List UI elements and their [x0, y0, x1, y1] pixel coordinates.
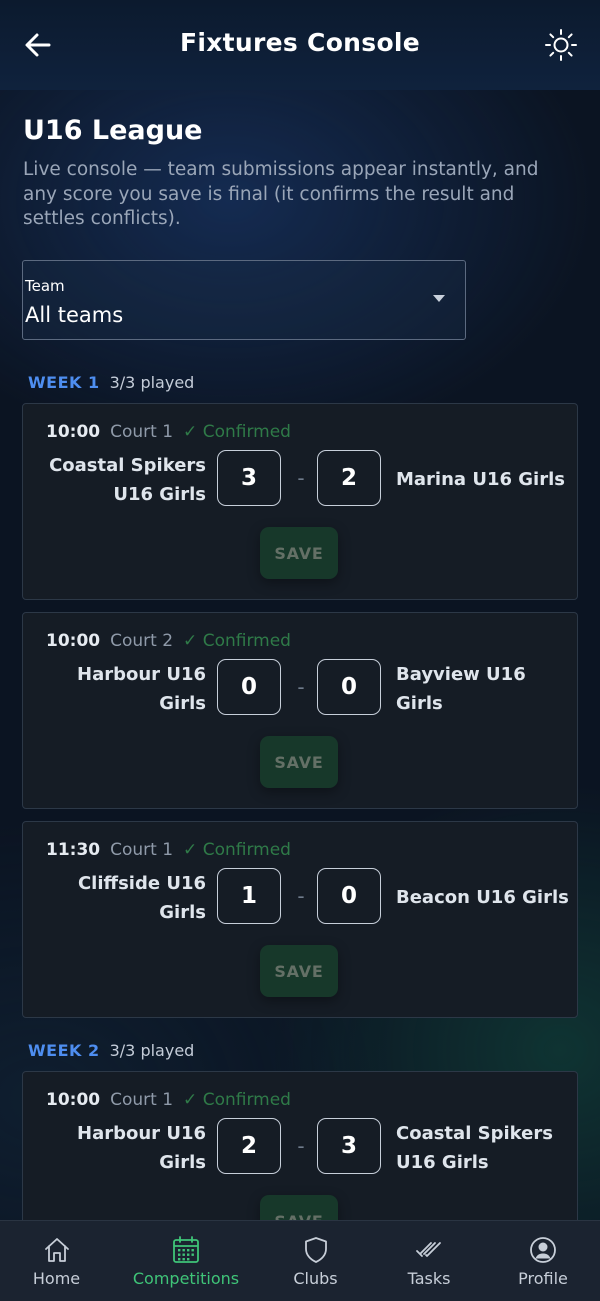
team-filter-label: Team: [25, 277, 65, 295]
fixture-card: 10:00 Court 1 ✓ Confirmed Harbour U16 Girl…: [22, 1071, 578, 1220]
score-separator: -: [297, 1134, 305, 1158]
nav-item-clubs[interactable]: Clubs: [259, 1221, 372, 1301]
fixture-court: Court 1: [110, 422, 174, 442]
league-description: Live console — team submissions appear i…: [23, 159, 539, 229]
nav-label: Profile: [518, 1269, 568, 1288]
app-bar: Fixtures Console: [0, 0, 600, 90]
dropdown-caret-icon: [433, 295, 445, 302]
main-content[interactable]: U16 League Live console — team submissio…: [0, 90, 600, 1220]
save-button[interactable]: SAVE: [260, 527, 338, 579]
nav-label: Competitions: [132, 1269, 240, 1288]
sun-icon[interactable]: [544, 28, 578, 62]
away-score-input[interactable]: 0: [317, 659, 381, 715]
fixture-meta: 11:30 Court 1 ✓ Confirmed: [46, 840, 291, 860]
fixture-card: 10:00 Court 1 ✓ Confirmed Coastal Spikers …: [22, 403, 578, 600]
user-circle-icon: [530, 1237, 556, 1263]
week-header: WEEK 1 3/3 played: [28, 373, 194, 392]
home-team: Harbour U16 Girls: [77, 1123, 206, 1173]
home-score-input[interactable]: 2: [217, 1118, 281, 1174]
fixture-court: Court 1: [110, 1090, 174, 1110]
home-score-input[interactable]: 1: [217, 868, 281, 924]
week-label: WEEK 2: [28, 1041, 100, 1060]
home-team: Coastal Spikers U16 Girls: [49, 455, 206, 505]
score-separator: -: [297, 466, 305, 490]
nav-label: Clubs: [293, 1269, 338, 1288]
status-confirmed: ✓ Confirmed: [183, 1090, 291, 1110]
save-button[interactable]: SAVE: [260, 945, 338, 997]
fixture-time: 10:00: [46, 1090, 101, 1110]
away-score-input[interactable]: 3: [317, 1118, 381, 1174]
shield-icon: [304, 1237, 327, 1263]
nav-item-home[interactable]: Home: [0, 1221, 113, 1301]
fixture-meta: 10:00 Court 1 ✓ Confirmed: [46, 422, 291, 442]
away-score-input[interactable]: 2: [317, 450, 381, 506]
fixture-meta: 10:00 Court 2 ✓ Confirmed: [46, 631, 291, 651]
score-separator: -: [297, 884, 305, 908]
fixture-court: Court 2: [110, 631, 174, 651]
fixture-time: 10:00: [46, 631, 101, 651]
home-icon: [44, 1238, 69, 1262]
nav-label: Tasks: [407, 1269, 451, 1288]
fixture-meta: 10:00 Court 1 ✓ Confirmed: [46, 1090, 291, 1110]
away-team: Marina U16 Girls: [396, 469, 565, 490]
away-score-input[interactable]: 0: [317, 868, 381, 924]
score-separator: -: [297, 675, 305, 699]
fixture-card: 10:00 Court 2 ✓ Confirmed Harbour U16 Girl…: [22, 612, 578, 809]
home-team: Harbour U16 Girls: [77, 664, 206, 714]
status-confirmed: ✓ Confirmed: [183, 631, 291, 651]
home-score-input[interactable]: 0: [217, 659, 281, 715]
status-confirmed: ✓ Confirmed: [183, 840, 291, 860]
fixture-time: 11:30: [46, 840, 101, 860]
team-filter-select[interactable]: Team All teams: [22, 260, 466, 340]
nav-item-competitions[interactable]: Competitions: [113, 1221, 259, 1301]
fixture-time: 10:00: [46, 422, 101, 442]
calendar-icon: [173, 1236, 199, 1263]
fixture-card: 11:30 Court 1 ✓ Confirmed Cliffside U16 Gi…: [22, 821, 578, 1018]
league-title: U16 League: [23, 115, 203, 146]
bottom-navigation: Home Competitions Clubs Tasks Profile: [0, 1220, 600, 1301]
double-check-icon: [416, 1242, 441, 1257]
save-button[interactable]: SAVE: [260, 736, 338, 788]
week-played: 3/3 played: [109, 1041, 195, 1060]
save-button[interactable]: SAVE: [260, 1195, 338, 1220]
page-title: Fixtures Console: [179, 28, 421, 57]
week-label: WEEK 1: [28, 373, 100, 392]
home-team: Cliffside U16 Girls: [77, 873, 206, 923]
team-filter-value: All teams: [25, 303, 124, 327]
status-confirmed: ✓ Confirmed: [183, 422, 291, 442]
nav-label: Home: [32, 1269, 81, 1288]
away-team: Coastal Spikers U16 Girls: [396, 1123, 553, 1173]
away-team: Bayview U16 Girls: [396, 664, 526, 714]
home-score-input[interactable]: 3: [217, 450, 281, 506]
nav-item-profile[interactable]: Profile: [486, 1221, 600, 1301]
week-header: WEEK 2 3/3 played: [28, 1041, 194, 1060]
away-team: Beacon U16 Girls: [396, 887, 569, 908]
week-played: 3/3 played: [109, 373, 195, 392]
fixture-court: Court 1: [110, 840, 174, 860]
nav-item-tasks[interactable]: Tasks: [372, 1221, 486, 1301]
